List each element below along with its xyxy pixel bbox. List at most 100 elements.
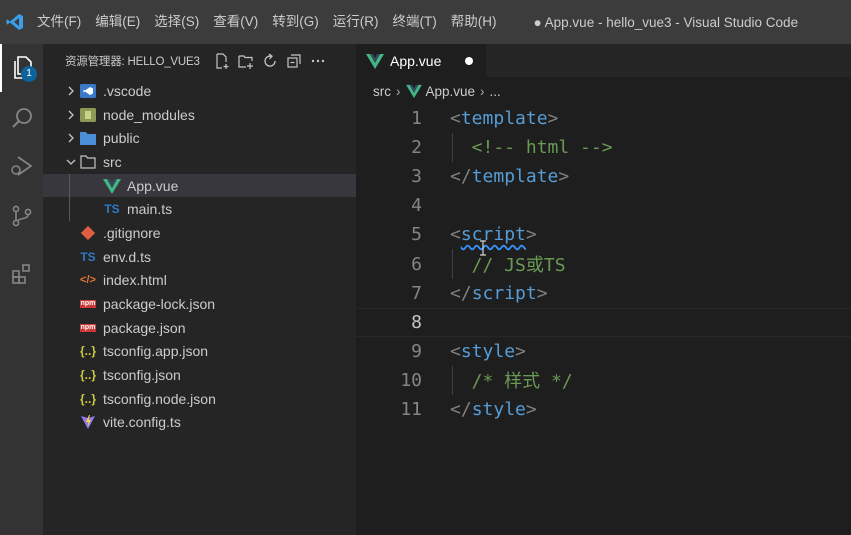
explorer-badge: 1 xyxy=(21,66,37,82)
chevron-down-icon[interactable] xyxy=(63,156,79,168)
code-line[interactable]: 2 <!-- html --> xyxy=(356,133,851,163)
refresh-icon[interactable] xyxy=(258,49,282,73)
vscode-logo-icon xyxy=(0,0,30,44)
git-file-icon xyxy=(79,225,97,241)
code-token: > xyxy=(536,282,548,304)
collapse-all-icon[interactable] xyxy=(282,49,306,73)
menu-item[interactable]: 终端(T) xyxy=(386,0,444,44)
code-text: <script> xyxy=(450,224,537,245)
tab-label: App.vue xyxy=(390,52,442,69)
code-token: </ xyxy=(450,282,472,304)
menu-item[interactable]: 编辑(E) xyxy=(88,0,147,44)
code-line[interactable]: 5 <script> xyxy=(356,220,851,249)
explorer-item[interactable]: .vscode xyxy=(43,79,356,103)
explorer-item-label: App.vue xyxy=(127,177,179,194)
explorer-item-label: package.json xyxy=(103,319,186,336)
explorer-item[interactable]: node_modules xyxy=(43,103,356,127)
explorer-item-label: index.html xyxy=(103,272,167,289)
code-text: </script> xyxy=(450,283,548,304)
explorer-header: 资源管理器: HELLO_VUE3 xyxy=(43,44,356,77)
extensions-activity-button[interactable] xyxy=(0,250,43,298)
chevron-right-icon[interactable] xyxy=(63,109,79,121)
explorer-item[interactable]: {..} tsconfig.app.json xyxy=(43,340,356,364)
explorer-item[interactable]: {..} tsconfig.node.json xyxy=(43,387,356,411)
vscode-folder-icon xyxy=(79,83,97,99)
explorer-activity-button[interactable]: 1 xyxy=(0,44,43,92)
explorer-item[interactable]: npm package-lock.json xyxy=(43,292,356,316)
code-line[interactable]: 7 </script> xyxy=(356,279,851,308)
explorer-item[interactable]: TS env.d.ts xyxy=(43,245,356,269)
chevron-right-icon[interactable] xyxy=(63,85,79,97)
code-line[interactable]: 8 xyxy=(356,307,851,337)
menu-item[interactable]: 文件(F) xyxy=(30,0,88,44)
explorer-item-label: src xyxy=(103,153,122,170)
code-editor[interactable]: 1 <template> 2 <!-- html --> 3 </template> 4 5… xyxy=(356,104,851,424)
breadcrumb: src › App.vue › ... xyxy=(356,77,851,105)
chevron-right-icon[interactable] xyxy=(63,132,79,144)
code-token: > xyxy=(525,224,537,246)
explorer-item[interactable]: TS main.ts xyxy=(43,197,356,222)
code-text: // JS或TS xyxy=(450,251,566,277)
source-control-activity-button[interactable] xyxy=(0,192,43,240)
code-token: < xyxy=(450,108,461,130)
line-number: 7 xyxy=(411,282,422,304)
code-text: </template> xyxy=(450,166,569,187)
unsaved-dot-icon[interactable] xyxy=(465,56,474,65)
code-token: > xyxy=(515,340,526,362)
explorer-item[interactable]: npm package.json xyxy=(43,316,356,340)
menu-item[interactable]: 查看(V) xyxy=(206,0,265,44)
extensions-icon xyxy=(11,264,30,284)
code-line[interactable]: 11 </style> xyxy=(356,395,851,424)
explorer-item[interactable]: src xyxy=(43,150,356,174)
tab-app-vue[interactable]: App.vue xyxy=(356,44,486,77)
editor-area: App.vue src › App.vue › ... 1 <template> 2… xyxy=(356,44,851,535)
code-text: </style> xyxy=(450,399,537,420)
vue-file-icon xyxy=(366,53,384,69)
explorer-item[interactable]: .gitignore xyxy=(43,221,356,245)
line-number: 3 xyxy=(411,166,422,188)
title-bar: 文件(F) 编辑(E) 选择(S) 查看(V) 转到(G) 运行(R) 终端(T) 帮助(H)… xyxy=(0,0,851,44)
folder-icon xyxy=(79,130,97,146)
explorer-item[interactable]: {..} tsconfig.json xyxy=(43,363,356,387)
text-cursor-icon xyxy=(478,240,488,261)
chevron-right-icon: › xyxy=(480,83,485,99)
breadcrumb-src[interactable]: src xyxy=(373,84,391,99)
run-debug-activity-button[interactable] xyxy=(0,142,43,190)
new-folder-icon[interactable] xyxy=(234,49,258,73)
indent-guide xyxy=(69,173,70,198)
typescript-file-icon: TS xyxy=(104,202,120,217)
explorer-item-label: .vscode xyxy=(103,82,152,99)
vue-file-icon xyxy=(103,178,121,194)
explorer-item[interactable]: public xyxy=(43,126,356,150)
typescript-file-icon: TS xyxy=(80,249,96,264)
explorer-item[interactable]: App.vue xyxy=(43,173,356,198)
menu-item[interactable]: 选择(S) xyxy=(147,0,206,44)
line-number: 1 xyxy=(411,108,422,130)
search-icon xyxy=(11,108,32,128)
code-line[interactable]: 10 /* 样式 */ xyxy=(356,365,851,395)
json-file-icon: {..} xyxy=(79,391,96,406)
explorer-item-label: vite.config.ts xyxy=(103,414,181,431)
menu-item[interactable]: 运行(R) xyxy=(326,0,386,44)
more-actions-icon[interactable] xyxy=(306,49,330,73)
code-token: </ xyxy=(450,166,472,188)
search-activity-button[interactable] xyxy=(0,94,43,142)
new-file-icon[interactable] xyxy=(210,49,234,73)
code-token: > xyxy=(547,108,559,130)
code-line[interactable]: 3 </template> xyxy=(356,162,851,191)
code-line[interactable]: 6 // JS或TS xyxy=(356,249,851,279)
code-line[interactable]: 9 <style> xyxy=(356,337,851,366)
explorer-item[interactable]: </> index.html xyxy=(43,269,356,293)
menu-item[interactable]: 帮助(H) xyxy=(444,0,504,44)
code-line[interactable]: 1 <template> xyxy=(356,104,851,133)
json-file-icon: {..} xyxy=(79,368,96,383)
code-line[interactable]: 4 xyxy=(356,191,851,220)
explorer-item[interactable]: vite.config.ts xyxy=(43,411,356,435)
menu-item[interactable]: 转到(G) xyxy=(265,0,326,44)
code-token: > xyxy=(558,166,570,188)
breadcrumb-symbols[interactable]: ... xyxy=(490,84,501,99)
breadcrumb-file[interactable]: App.vue xyxy=(426,84,476,99)
explorer-sidebar: 资源管理器: HELLO_VUE3 .vscode node_modules pub… xyxy=(43,44,356,535)
code-token: < xyxy=(450,224,461,246)
vue-file-icon xyxy=(405,84,422,98)
